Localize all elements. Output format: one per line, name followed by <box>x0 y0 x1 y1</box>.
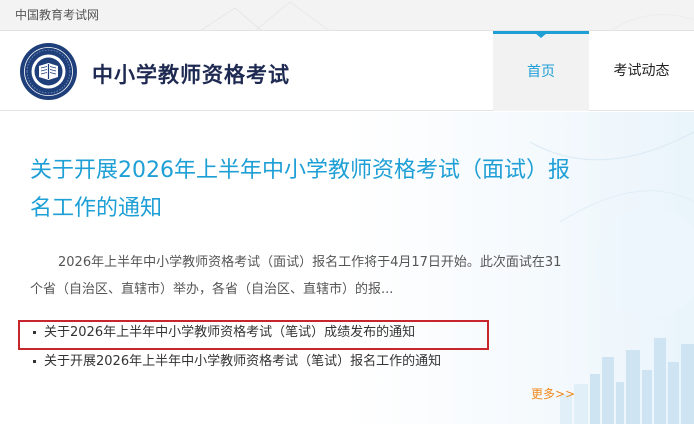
main-content: 关于开展2026年上半年中小学教师资格考试（面试）报名工作的通知 2026年上半… <box>0 112 694 424</box>
nav-tab-home[interactable]: 首页 <box>493 31 589 111</box>
news-item-title: 关于开展2026年上半年中小学教师资格考试（笔试）报名工作的通知 <box>44 354 442 369</box>
featured-summary: 2026年上半年中小学教师资格考试（面试）报名工作将于4月17日开始。此次面试在… <box>30 255 562 297</box>
site-name-link[interactable]: 中国教育考试网 <box>15 6 99 23</box>
header: 中小学教师资格考试 首页 考试动态 <box>0 31 694 111</box>
more-link[interactable]: 更多>> <box>531 385 575 402</box>
topbar-decoration <box>200 1 694 30</box>
featured-headline-link[interactable]: 关于开展2026年上半年中小学教师资格考试（面试）报名工作的通知 <box>30 152 570 228</box>
top-bar: 中国教育考试网 <box>0 0 694 31</box>
nav-tab-home-label: 首页 <box>527 64 555 80</box>
bullet-icon <box>33 360 36 363</box>
highlight-box <box>18 320 489 350</box>
active-indicator-icon <box>535 33 547 38</box>
site-title[interactable]: 中小学教师资格考试 <box>92 59 290 89</box>
nav-tab-exam-news-label: 考试动态 <box>613 63 670 79</box>
news-list-item[interactable]: 关于开展2026年上半年中小学教师资格考试（笔试）报名工作的通知 <box>30 350 490 369</box>
education-emblem-icon[interactable] <box>19 42 78 101</box>
nav-tab-exam-news[interactable]: 考试动态 <box>589 31 694 111</box>
